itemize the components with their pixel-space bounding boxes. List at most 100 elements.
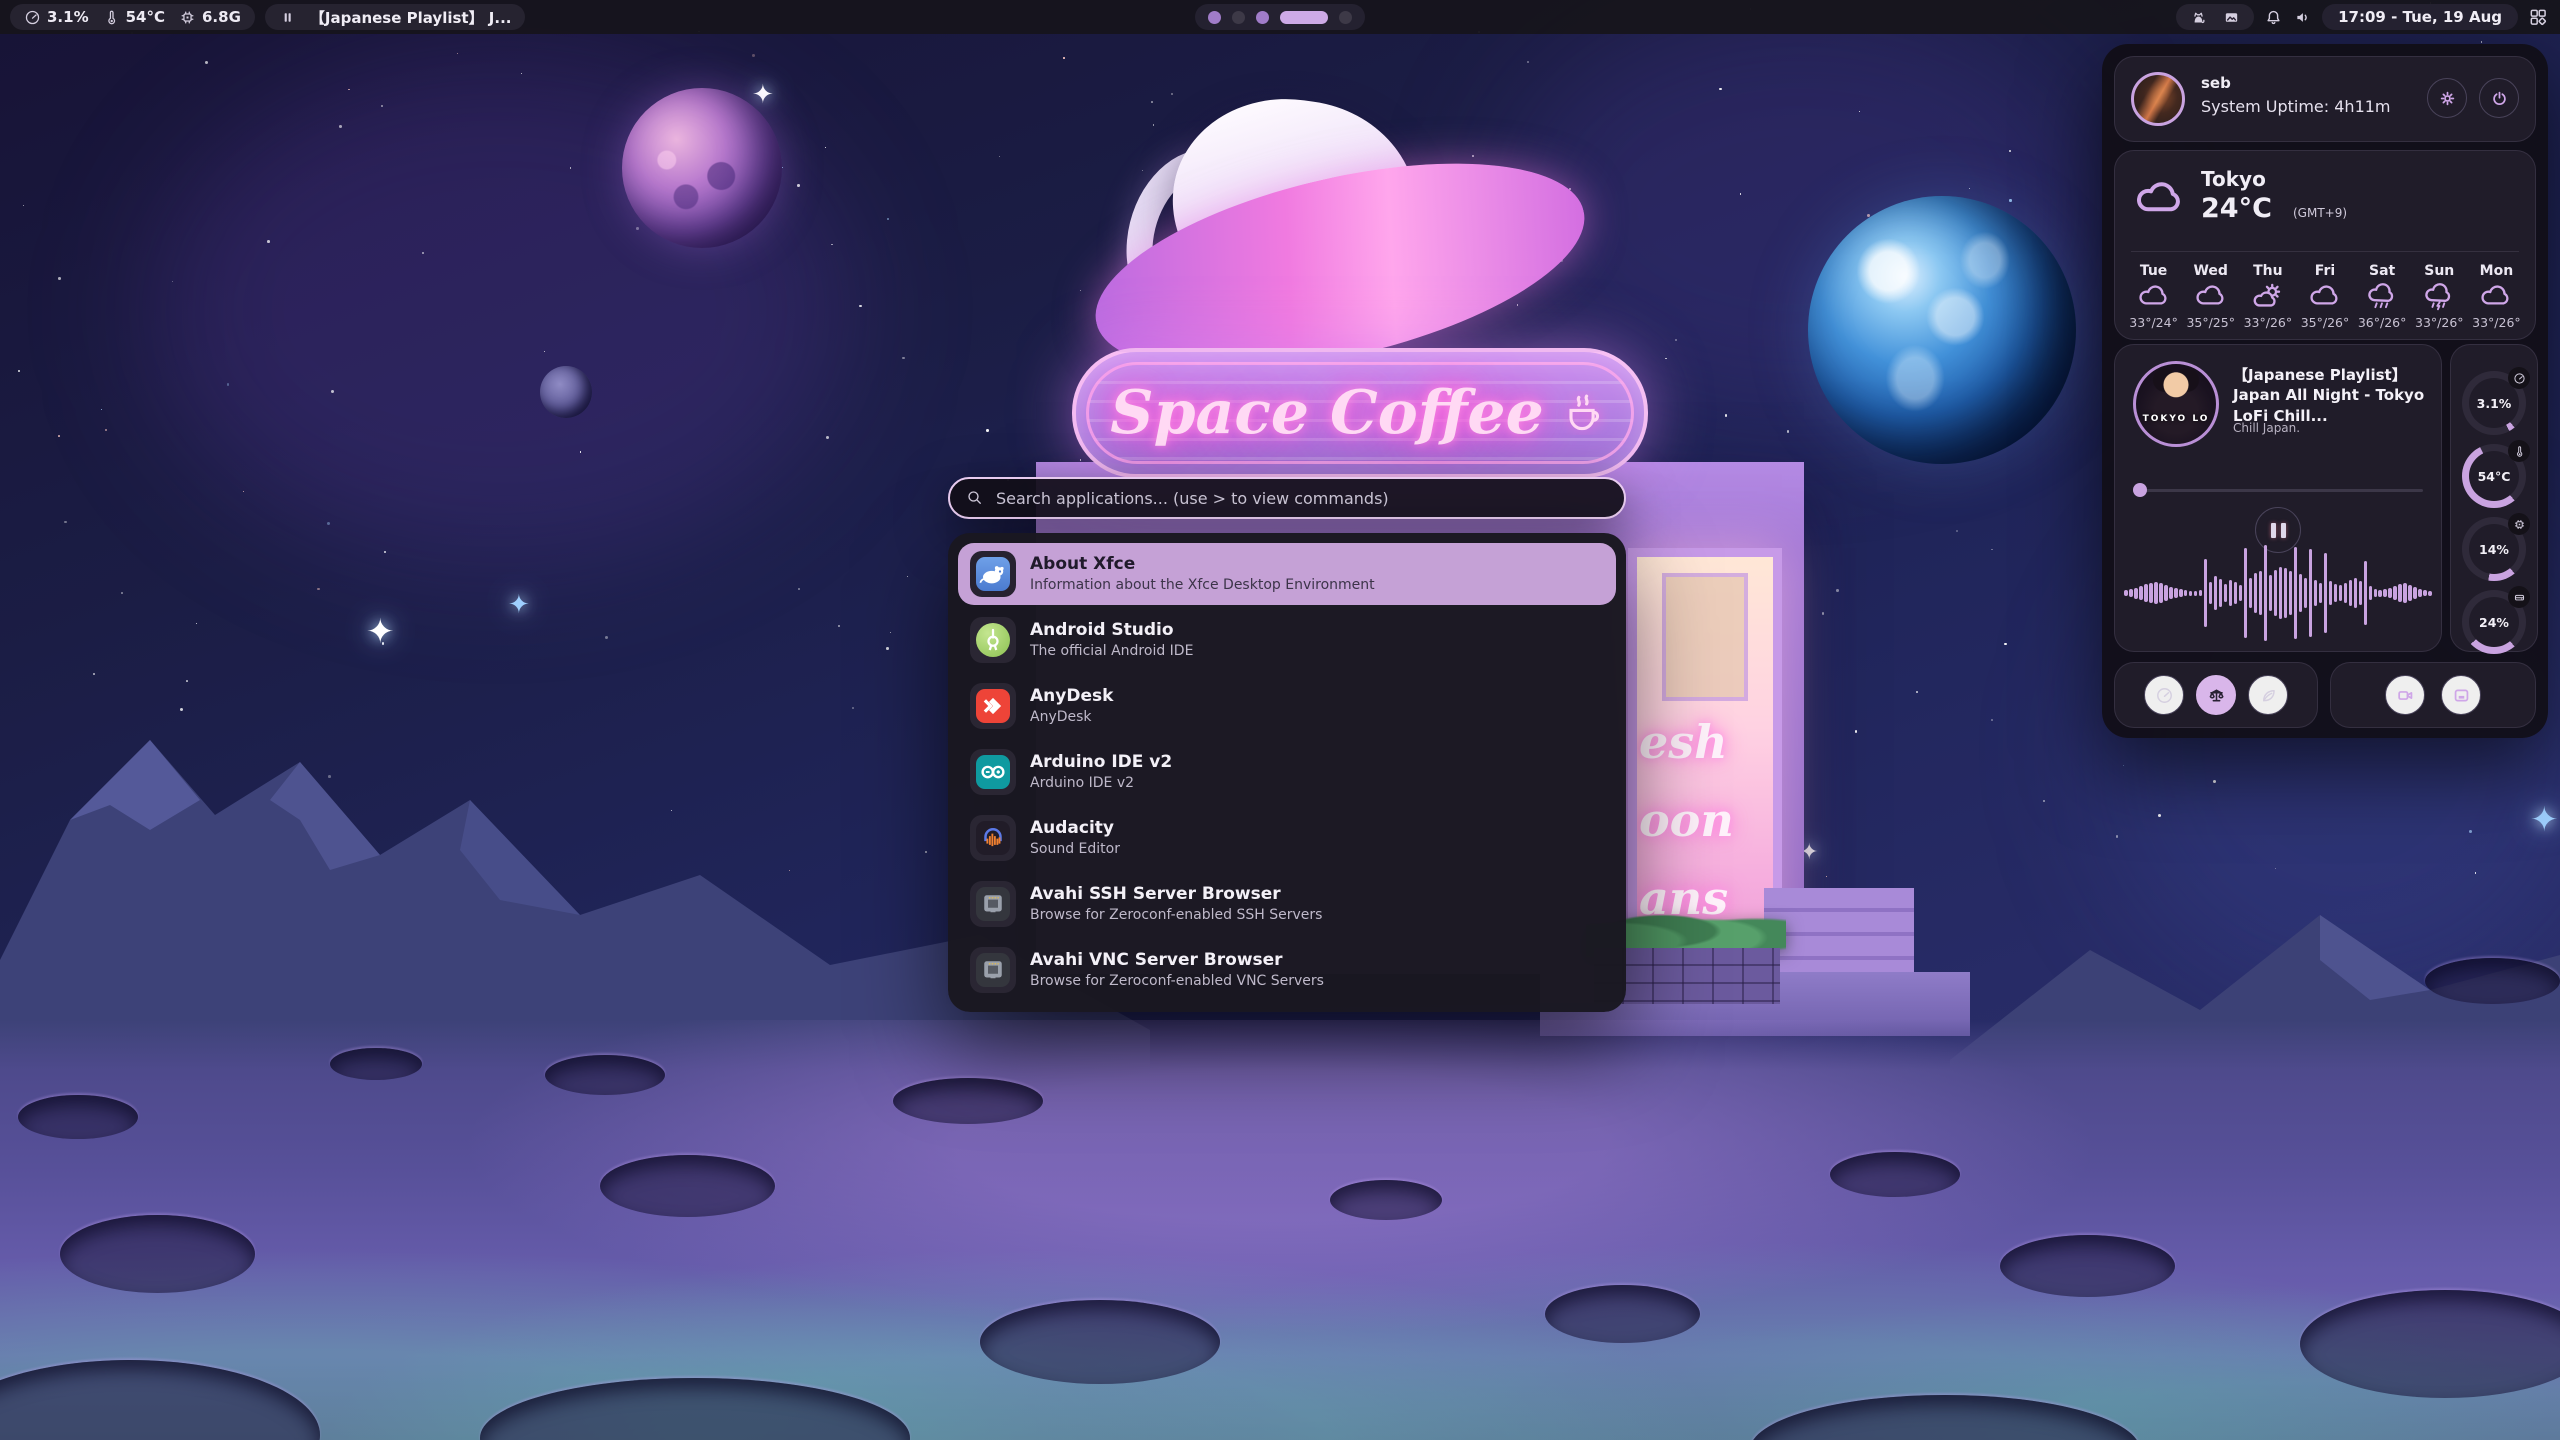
- audacity-icon: [970, 815, 1016, 861]
- search-input[interactable]: [994, 488, 1608, 509]
- app-list-item[interactable]: About Xfce Information about the Xfce De…: [958, 543, 1616, 605]
- performance-profile-button[interactable]: [2144, 675, 2184, 715]
- android-studio-icon: [970, 617, 1016, 663]
- neon-cup-icon: [1558, 391, 1610, 435]
- cloud-icon: [2307, 282, 2343, 312]
- power-profiles: [2114, 662, 2318, 728]
- progress-track: [2141, 489, 2423, 492]
- small-moon: [540, 366, 592, 418]
- desktop: ✦ ✦ ✦ ✦ ✦ esh oon ans: [0, 0, 2560, 1440]
- cpu-usage-stat: 3.1%: [24, 8, 89, 26]
- crater: [600, 1155, 775, 1217]
- power-saver-profile-button[interactable]: [2248, 675, 2288, 715]
- sparkle-star: ✦: [752, 80, 774, 110]
- app-name: Avahi SSH Server Browser: [1030, 884, 1322, 905]
- media-pill-label: 【Japanese Playlist】 J...: [310, 7, 512, 28]
- system-tray: [2176, 4, 2254, 30]
- power-button[interactable]: [2479, 78, 2519, 118]
- waveform: [2127, 545, 2429, 641]
- storm-icon: [2421, 282, 2457, 312]
- forecast-day: Thu 33°/26°: [2244, 263, 2293, 330]
- dashboard-icon[interactable]: [2528, 7, 2548, 27]
- app-list-item[interactable]: Android Studio The official Android IDE: [958, 609, 1616, 671]
- settings-button[interactable]: [2427, 78, 2467, 118]
- media-subtitle: Chill Japan.: [2233, 421, 2300, 435]
- picture-icon[interactable]: [2223, 9, 2240, 26]
- forecast-day: Wed 35°/25°: [2186, 263, 2235, 330]
- avahi-ssh-icon: [970, 881, 1016, 927]
- workspace-indicator: [1195, 4, 1365, 30]
- cafe-steps: [1764, 888, 1914, 984]
- app-list-item[interactable]: Audacity Sound Editor: [958, 807, 1616, 869]
- balanced-profile-button[interactable]: [2196, 675, 2236, 715]
- crater: [18, 1095, 138, 1139]
- crater: [1545, 1285, 1700, 1343]
- rain-icon: [2364, 282, 2400, 312]
- neon-sign-text: Space Coffee: [1076, 352, 1644, 474]
- screenshot-button[interactable]: [2441, 675, 2481, 715]
- app-list-item[interactable]: Avahi VNC Server Browser Browse for Zero…: [958, 939, 1616, 1001]
- app-desc: Information about the Xfce Desktop Envir…: [1030, 576, 1375, 594]
- workspace-dot[interactable]: [1232, 11, 1245, 24]
- search-bar[interactable]: [948, 477, 1626, 519]
- weather-timezone: (GMT+9): [2293, 206, 2347, 220]
- weather-cloud-icon: [2133, 177, 2185, 217]
- workspace-dot[interactable]: [1256, 11, 1269, 24]
- media-title: 【Japanese Playlist】 Japan All Night - To…: [2233, 365, 2425, 426]
- crater: [60, 1215, 255, 1293]
- top-bar: 3.1% 54°C 6.8G 【Japanese Playlist】 J...: [0, 0, 2560, 34]
- app-name: Audacity: [1030, 818, 1120, 839]
- media-pill[interactable]: 【Japanese Playlist】 J...: [265, 4, 526, 30]
- bell-icon[interactable]: [2264, 8, 2283, 27]
- system-gauges: 3.1% 54°C 14% 24%: [2450, 344, 2538, 652]
- cat-icon[interactable]: [2190, 9, 2207, 26]
- progress-knob[interactable]: [2133, 483, 2147, 497]
- temperature-stat: 54°C: [103, 8, 165, 26]
- app-list-item[interactable]: AnyDesk AnyDesk: [958, 675, 1616, 737]
- app-name: Android Studio: [1030, 620, 1193, 641]
- media-player: TOKYO LO 【Japanese Playlist】 Japan All N…: [2114, 344, 2442, 652]
- capture-tools: [2330, 662, 2536, 728]
- clock[interactable]: 17:09 - Tue, 19 Aug: [2322, 4, 2518, 30]
- app-name: Arduino IDE v2: [1030, 752, 1172, 773]
- avahi-vnc-icon: [970, 947, 1016, 993]
- app-desc: AnyDesk: [1030, 708, 1113, 726]
- workspace-dot[interactable]: [1280, 11, 1328, 24]
- crater: [545, 1055, 665, 1095]
- gauge-icon: [24, 9, 41, 26]
- weather-city: Tokyo: [2201, 167, 2266, 191]
- earth-planet: [1808, 196, 2076, 464]
- cpu-gauge: 3.1%: [2462, 371, 2526, 435]
- window-neon-text: oon: [1639, 793, 1773, 847]
- purple-planet: [622, 88, 782, 248]
- user-card: seb System Uptime: 4h11m: [2114, 56, 2536, 142]
- crater: [330, 1048, 422, 1080]
- divider: [2131, 251, 2519, 252]
- screen-record-button[interactable]: [2385, 675, 2425, 715]
- topbar-right: 17:09 - Tue, 19 Aug: [2176, 4, 2560, 30]
- app-desc: Sound Editor: [1030, 840, 1120, 858]
- partly-sunny-icon: [2250, 282, 2286, 312]
- workspace-dot[interactable]: [1208, 11, 1221, 24]
- disk-icon: [2508, 586, 2530, 608]
- system-uptime: System Uptime: 4h11m: [2201, 97, 2391, 116]
- system-stats-pill[interactable]: 3.1% 54°C 6.8G: [10, 4, 255, 30]
- forecast-day: Fri 35°/26°: [2301, 263, 2350, 330]
- speaker-icon[interactable]: [2293, 8, 2312, 27]
- memory-gauge: 14%: [2462, 517, 2526, 581]
- app-list-item[interactable]: Avahi SSH Server Browser Browse for Zero…: [958, 873, 1616, 935]
- app-desc: Browse for Zeroconf-enabled SSH Servers: [1030, 906, 1322, 924]
- pause-icon: [2271, 523, 2286, 538]
- avatar[interactable]: [2131, 72, 2185, 126]
- workspace-dot[interactable]: [1339, 11, 1352, 24]
- crater: [1830, 1152, 1960, 1197]
- app-desc: Browse for Zeroconf-enabled VNC Servers: [1030, 972, 1324, 990]
- moon-ground: [0, 1020, 2560, 1440]
- media-progress-bar[interactable]: [2133, 483, 2423, 497]
- arduino-icon: [970, 749, 1016, 795]
- app-desc: The official Android IDE: [1030, 642, 1193, 660]
- app-list-item[interactable]: Arduino IDE v2 Arduino IDE v2: [958, 741, 1616, 803]
- album-art[interactable]: TOKYO LO: [2133, 361, 2219, 447]
- sparkle-star: ✦: [366, 612, 395, 652]
- memory-stat: 6.8G: [179, 8, 241, 26]
